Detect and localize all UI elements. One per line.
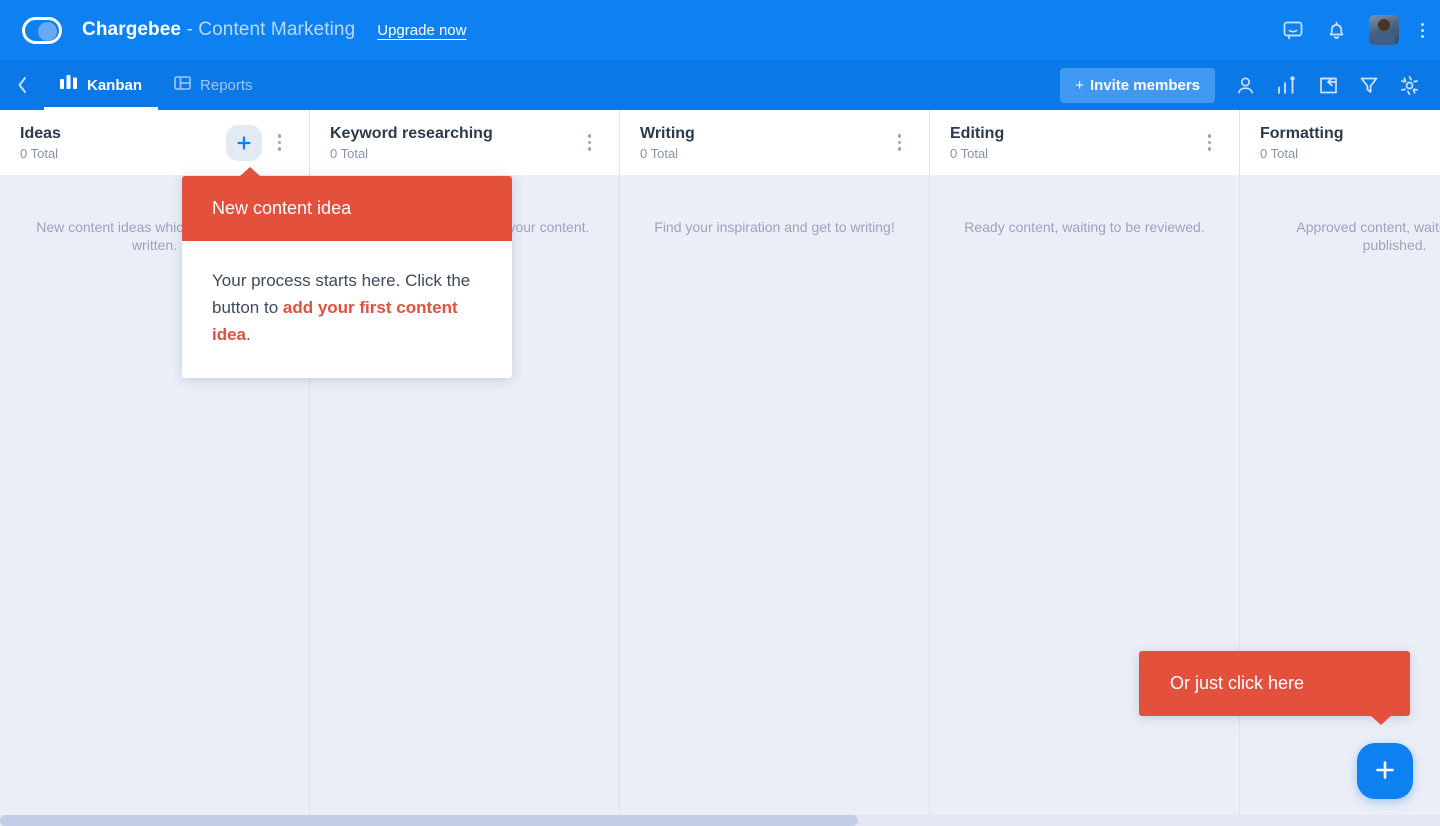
onboarding-tooltip-click-here: Or just click here (1139, 651, 1410, 725)
brand-title: Chargebee - Content Marketing (82, 19, 355, 41)
plus-icon (1374, 759, 1396, 784)
invite-members-label: Invite members (1089, 76, 1200, 94)
dot (1421, 28, 1424, 32)
column-header: Editing 0 Total (930, 110, 1239, 175)
column-actions (1200, 128, 1220, 157)
chevron-left-icon[interactable] (0, 60, 44, 110)
horizontal-scrollbar-track[interactable] (0, 815, 1440, 826)
onboarding-tooltip-new-content-idea: New content idea Your process starts her… (182, 167, 512, 378)
column-name: Writing (640, 124, 695, 142)
chat-bubble-icon[interactable] (1282, 19, 1304, 41)
tooltip-body: Your process starts here. Click the butt… (182, 241, 512, 378)
dot (587, 134, 591, 138)
column-overflow-menu-icon[interactable] (890, 128, 910, 157)
logo-pill-shape (22, 16, 62, 44)
column-name: Editing (950, 124, 1005, 142)
sub-navigation-bar: Kanban Reports + Invite members (0, 60, 1440, 110)
chargebee-toggle-logo-icon[interactable] (22, 16, 62, 44)
top-bar: Chargebee - Content Marketing Upgrade no… (0, 0, 1440, 60)
column-total: 0 Total (330, 145, 369, 161)
column-hint: Ready content, waiting to be reviewed. (964, 219, 1205, 235)
dot (897, 147, 901, 151)
user-avatar[interactable] (1369, 15, 1399, 45)
dot (897, 140, 901, 145)
column-name: Ideas (20, 124, 61, 142)
gear-icon[interactable] (1399, 75, 1420, 96)
column-header: Ideas 0 Total (0, 110, 309, 175)
invite-members-button[interactable]: + Invite members (1060, 67, 1215, 103)
tooltip-arrow-up (239, 167, 261, 177)
column-overflow-menu-icon[interactable] (270, 128, 290, 157)
column-name: Formatting (1260, 124, 1344, 142)
column-header: Formatting 0 Total (1240, 110, 1440, 175)
dot (277, 140, 281, 145)
view-tabs: Kanban Reports (44, 60, 269, 110)
column-hint: Approved content, waiting to be publishe… (1296, 219, 1440, 253)
tab-kanban-label: Kanban (87, 76, 143, 94)
column-titles: Writing 0 Total (640, 125, 695, 161)
column-titles: Ideas 0 Total (20, 125, 61, 161)
column-titles: Keyword researching 0 Total (330, 125, 493, 161)
column-header: Writing 0 Total (620, 110, 929, 175)
dot (1421, 22, 1424, 26)
column-overflow-menu-icon[interactable] (580, 128, 600, 157)
column-total: 0 Total (20, 145, 59, 161)
project-name: - Content Marketing (181, 19, 356, 40)
archive-clock-icon[interactable] (1318, 75, 1339, 96)
column-total: 0 Total (640, 145, 679, 161)
kanban-column-writing: Writing 0 Total Find your inspiration an… (620, 110, 930, 815)
column-total: 0 Total (950, 145, 989, 161)
tooltip-fab-label: Or just click here (1170, 673, 1305, 693)
tab-reports-label: Reports (200, 76, 253, 94)
upgrade-now-link[interactable]: Upgrade now (377, 22, 466, 39)
subbar-actions: + Invite members (1060, 67, 1420, 103)
dot (587, 140, 591, 145)
column-total: 0 Total (1260, 145, 1299, 161)
column-actions (890, 128, 910, 157)
tab-kanban[interactable]: Kanban (44, 60, 159, 110)
dot (1207, 147, 1211, 151)
column-titles: Editing 0 Total (950, 125, 1004, 161)
plus-glyph: + (1075, 76, 1084, 94)
dot (587, 147, 591, 151)
dot (1207, 134, 1211, 138)
floating-add-button[interactable] (1357, 743, 1413, 799)
dot (1207, 140, 1211, 145)
dot (1421, 34, 1424, 38)
column-actions (225, 124, 290, 161)
topbar-overflow-menu-icon[interactable] (1421, 22, 1424, 38)
horizontal-scrollbar-thumb[interactable] (0, 815, 858, 826)
kanban-columns-icon (60, 75, 78, 95)
bar-chart-icon[interactable] (1276, 75, 1298, 95)
column-overflow-menu-icon[interactable] (1200, 128, 1220, 157)
logo-dot-shape (38, 21, 57, 41)
column-header: Keyword researching 0 Total (310, 110, 619, 175)
filter-funnel-icon[interactable] (1359, 75, 1379, 95)
dot (277, 134, 281, 138)
column-name: Keyword researching (330, 124, 493, 142)
tooltip-title: New content idea (182, 176, 512, 241)
topbar-actions (1282, 15, 1424, 45)
column-titles: Formatting 0 Total (1260, 125, 1344, 161)
tooltip-body-period: . (246, 325, 251, 344)
add-card-button-ideas[interactable] (225, 124, 262, 161)
dot (277, 147, 281, 151)
tab-reports[interactable]: Reports (158, 60, 269, 110)
tooltip-arrow-down (1370, 715, 1392, 725)
person-icon[interactable] (1235, 75, 1256, 96)
column-actions (580, 128, 600, 157)
dot (897, 134, 901, 138)
brand-name: Chargebee (82, 19, 182, 40)
bell-icon[interactable] (1326, 19, 1347, 41)
reports-panel-icon (174, 75, 191, 95)
column-hint: Find your inspiration and get to writing… (654, 219, 895, 235)
